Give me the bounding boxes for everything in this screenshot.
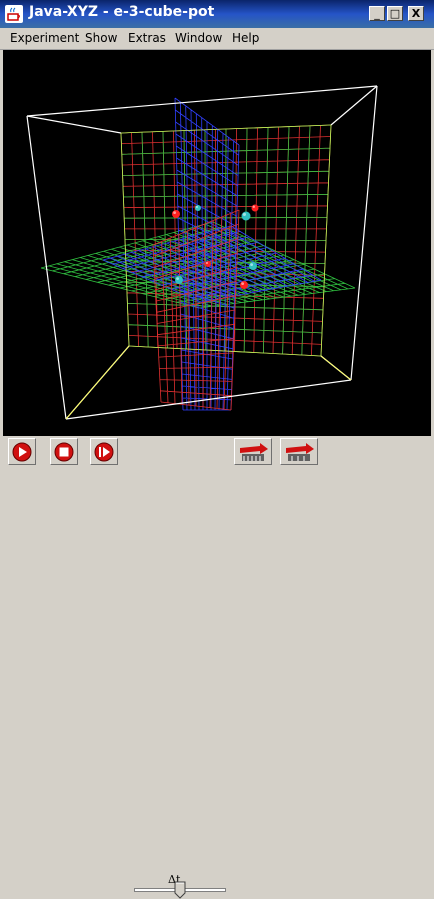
cube-edge [330, 85, 378, 126]
menu-bar: Experiment Show Extras Window Help [0, 28, 434, 50]
step-forward-button[interactable] [90, 438, 118, 465]
charge-highlight [241, 282, 245, 285]
charge-sphere [241, 211, 251, 221]
cube-edge [26, 115, 122, 134]
menu-extras[interactable]: Extras [128, 31, 166, 45]
cube-potential-scene [26, 85, 378, 420]
close-button[interactable]: X [408, 6, 424, 21]
stop-button[interactable] [50, 438, 78, 465]
charge-highlight [252, 205, 255, 208]
play-icon [12, 442, 32, 462]
menu-experiment[interactable]: Experiment [10, 31, 79, 45]
charge-sphere [249, 262, 257, 270]
charge-sphere [175, 276, 183, 284]
charge-sphere [172, 210, 180, 218]
stop-icon [54, 442, 74, 462]
cube-edge [65, 379, 352, 420]
title-bar: Java-XYZ - e-3-cube-pot _ □ X [0, 0, 434, 28]
play-button[interactable] [8, 438, 36, 465]
cube-corner-axis [320, 355, 352, 381]
fast-forward-icon [240, 443, 268, 461]
charge-highlight [195, 205, 198, 208]
step-forward-icon [94, 442, 114, 462]
dt-slider-thumb[interactable] [174, 881, 186, 899]
charge-sphere [205, 261, 211, 267]
java-app-icon[interactable] [5, 5, 23, 23]
maximize-button[interactable]: □ [387, 6, 403, 21]
cube-edge [350, 85, 378, 381]
menu-show[interactable]: Show [85, 31, 117, 45]
cube-corner-axis [65, 345, 130, 420]
menu-help[interactable]: Help [232, 31, 259, 45]
charge-highlight [173, 211, 177, 215]
charge-sphere [240, 281, 248, 289]
menu-window[interactable]: Window [175, 31, 222, 45]
charge-highlight [176, 277, 180, 280]
control-toolbar: Δt [0, 436, 434, 899]
reset-button[interactable] [280, 438, 318, 465]
window-title: Java-XYZ - e-3-cube-pot [29, 4, 215, 20]
minimize-button[interactable]: _ [369, 6, 385, 21]
cube-edge [26, 85, 378, 117]
charge-sphere [251, 204, 259, 212]
charge-highlight [242, 212, 246, 216]
charge-highlight [250, 263, 254, 266]
charge-highlight [205, 261, 208, 264]
simulation-canvas[interactable] [3, 50, 431, 436]
fast-forward-button[interactable] [234, 438, 272, 465]
reset-icon [286, 443, 314, 461]
cube-edge [26, 115, 67, 420]
charge-sphere [195, 205, 201, 211]
